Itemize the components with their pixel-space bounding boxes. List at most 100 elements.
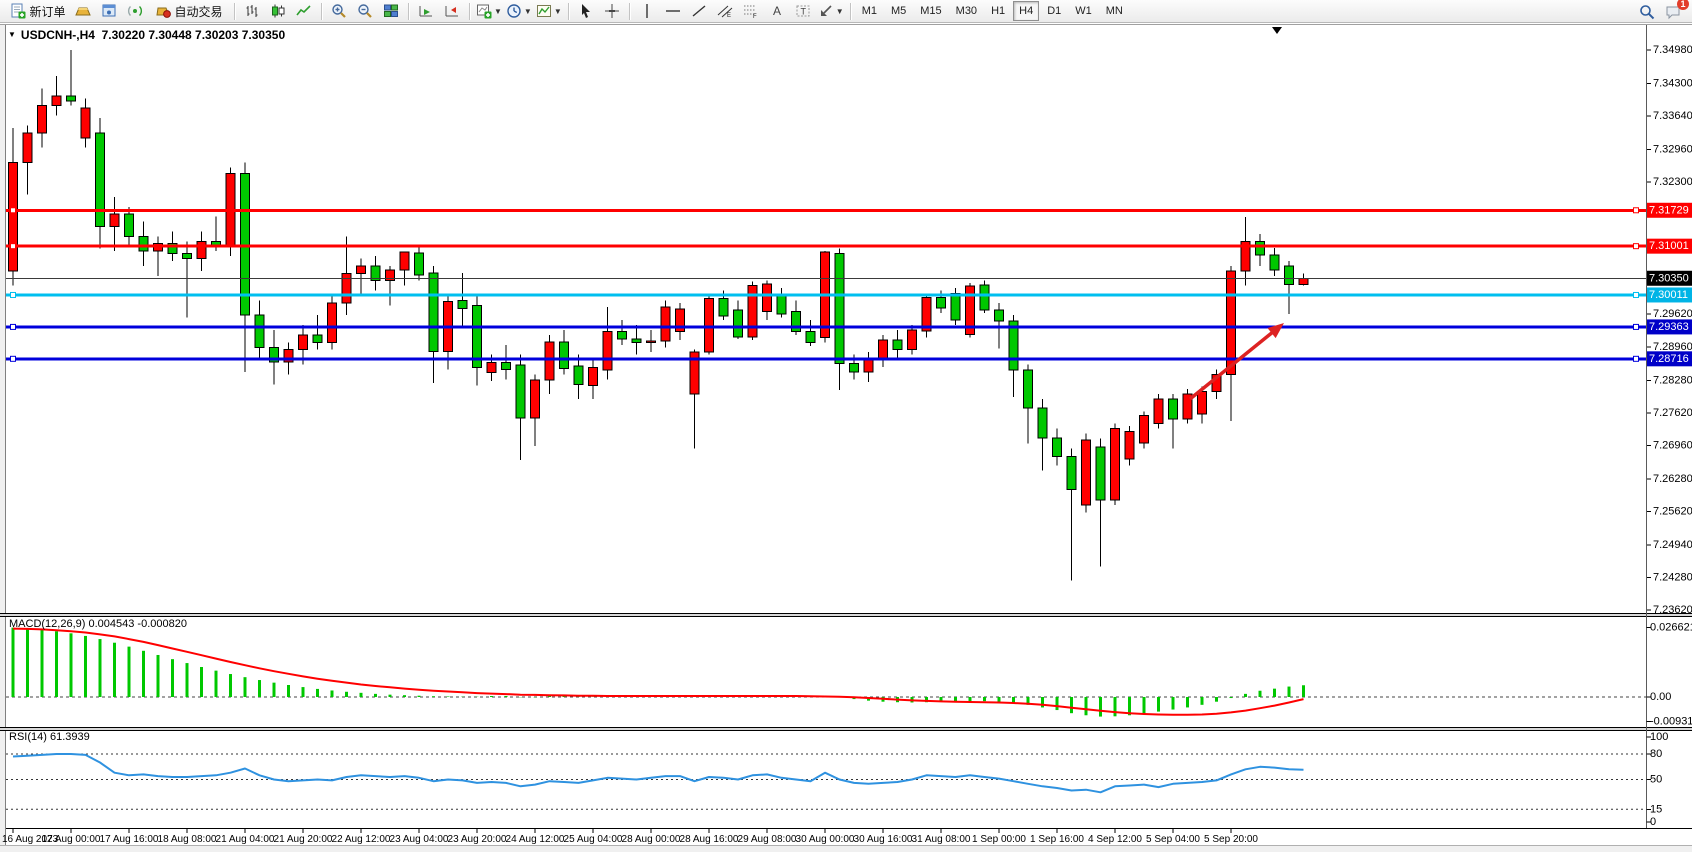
text-label-icon: T: [795, 3, 811, 19]
tf-button-H1[interactable]: H1: [985, 1, 1011, 21]
main-toolbar: 新订单 自动交易: [0, 0, 1692, 23]
fibonacci-tool-button[interactable]: F: [739, 0, 763, 22]
template-button[interactable]: ▼: [535, 0, 563, 22]
svg-text:28 Aug 16:00: 28 Aug 16:00: [680, 834, 739, 845]
separ: [321, 3, 322, 20]
timeframe-group: M1M5M15M30H1H4D1W1MN: [855, 1, 1130, 21]
vertical-line-tool-button[interactable]: [635, 0, 659, 22]
horizontal-line-icon: [665, 3, 681, 19]
bar-chart-mode-button[interactable]: [240, 0, 264, 22]
svg-text:7.27620: 7.27620: [1653, 407, 1692, 419]
svg-text:80: 80: [1650, 748, 1662, 760]
svg-text:7.24940: 7.24940: [1653, 539, 1692, 551]
dropdown-caret-icon: ▼: [524, 7, 532, 16]
svg-text:23 Aug 04:00: 23 Aug 04:00: [390, 834, 449, 845]
svg-text:29 Aug 08:00: 29 Aug 08:00: [738, 834, 797, 845]
separ: [568, 3, 569, 20]
svg-text:17 Aug 16:00: 17 Aug 16:00: [100, 834, 159, 845]
svg-text:7.29363: 7.29363: [1649, 321, 1689, 333]
tf-button-M1[interactable]: M1: [856, 1, 883, 21]
svg-text:7.30350: 7.30350: [1649, 272, 1689, 284]
tile-windows-button[interactable]: [379, 0, 403, 22]
svg-text:7.31001: 7.31001: [1649, 240, 1689, 252]
tf-button-M30[interactable]: M30: [950, 1, 983, 21]
search-icon: [1639, 4, 1655, 20]
zoom-out-icon: [357, 3, 373, 19]
svg-text:4 Sep 12:00: 4 Sep 12:00: [1088, 834, 1142, 845]
text-tool-button[interactable]: A: [765, 0, 789, 22]
chart-canvas[interactable]: 7.349807.343007.336407.329607.323007.316…: [0, 23, 1692, 852]
arrows-tool-button[interactable]: ▼: [817, 0, 845, 22]
navigator-button[interactable]: [97, 0, 121, 22]
ohlc-bars-icon: [244, 3, 260, 19]
auto-trading-button[interactable]: 自动交易: [149, 0, 229, 22]
separ: [234, 3, 235, 20]
svg-text:7.28280: 7.28280: [1653, 374, 1692, 386]
crosshair-tool-button[interactable]: [600, 0, 624, 22]
channel-tool-button[interactable]: E: [713, 0, 737, 22]
candlestick-mode-button[interactable]: [266, 0, 290, 22]
svg-text:0.026621: 0.026621: [1650, 622, 1692, 634]
tf-button-W1[interactable]: W1: [1069, 1, 1098, 21]
svg-text:7.31729: 7.31729: [1649, 204, 1689, 216]
market-watch-button[interactable]: [71, 0, 95, 22]
signal-button[interactable]: [123, 0, 147, 22]
notifications-button[interactable]: 1: [1661, 1, 1685, 23]
ohlc-values: 7.30220 7.30448 7.30203 7.30350: [102, 28, 286, 42]
svg-text:50: 50: [1650, 774, 1662, 786]
gold-ingot-icon: [75, 3, 91, 19]
tf-button-MN[interactable]: MN: [1100, 1, 1129, 21]
tf-button-D1[interactable]: D1: [1041, 1, 1067, 21]
svg-text:24 Aug 12:00: 24 Aug 12:00: [506, 834, 565, 845]
separ: [408, 3, 409, 20]
candlestick-icon: [270, 3, 286, 19]
svg-text:5 Sep 04:00: 5 Sep 04:00: [1146, 834, 1200, 845]
notification-badge: 1: [1677, 0, 1689, 10]
template-icon: [536, 3, 552, 19]
svg-text:21 Aug 04:00: 21 Aug 04:00: [216, 834, 275, 845]
cursor-arrow-icon: [578, 3, 594, 19]
period-button[interactable]: ▼: [505, 0, 533, 22]
svg-text:F: F: [753, 14, 757, 19]
clock-icon: [506, 3, 522, 19]
svg-text:7.32300: 7.32300: [1653, 176, 1692, 188]
zoom-in-icon: [331, 3, 347, 19]
dropdown-caret-icon: ▼: [836, 7, 844, 16]
svg-text:25 Aug 04:00: 25 Aug 04:00: [564, 834, 623, 845]
svg-text:7.25620: 7.25620: [1653, 505, 1692, 517]
search-button[interactable]: [1635, 1, 1659, 23]
one-click-trading-arrow-icon[interactable]: ▼: [8, 30, 16, 39]
tile-windows-icon: [383, 3, 399, 19]
svg-text:7.29620: 7.29620: [1653, 308, 1692, 320]
horizontal-line-tool-button[interactable]: [661, 0, 685, 22]
svg-text:0: 0: [1650, 816, 1656, 828]
svg-text:7.34300: 7.34300: [1653, 78, 1692, 90]
svg-text:1 Sep 16:00: 1 Sep 16:00: [1030, 834, 1084, 845]
tf-button-H4[interactable]: H4: [1013, 1, 1039, 21]
zoom-in-button[interactable]: [327, 0, 351, 22]
text-a-icon: A: [769, 3, 785, 19]
trendline-tool-button[interactable]: [687, 0, 711, 22]
tf-button-M5[interactable]: M5: [885, 1, 912, 21]
auto-scroll-icon: [418, 3, 434, 19]
cursor-tool-button[interactable]: [574, 0, 598, 22]
line-chart-icon: [296, 3, 312, 19]
label-tool-button[interactable]: T: [791, 0, 815, 22]
arrow-objects-icon: [818, 3, 834, 19]
add-indicator-button[interactable]: ▼: [475, 0, 503, 22]
auto-scroll-button[interactable]: [414, 0, 438, 22]
dropdown-caret-icon: ▼: [494, 7, 502, 16]
new-order-button[interactable]: 新订单: [7, 0, 69, 22]
chart-shift-icon: [444, 3, 460, 19]
chart-shift-button[interactable]: [440, 0, 464, 22]
svg-text:7.24280: 7.24280: [1653, 572, 1692, 584]
svg-text:7.34980: 7.34980: [1653, 44, 1692, 56]
svg-text:7.30011: 7.30011: [1649, 289, 1688, 301]
separ: [850, 3, 851, 20]
zoom-out-button[interactable]: [353, 0, 377, 22]
svg-text:7.26280: 7.26280: [1653, 473, 1692, 485]
svg-text:1 Sep 00:00: 1 Sep 00:00: [972, 834, 1026, 845]
line-chart-mode-button[interactable]: [292, 0, 316, 22]
svg-text:31 Aug 08:00: 31 Aug 08:00: [912, 834, 971, 845]
tf-button-M15[interactable]: M15: [914, 1, 947, 21]
